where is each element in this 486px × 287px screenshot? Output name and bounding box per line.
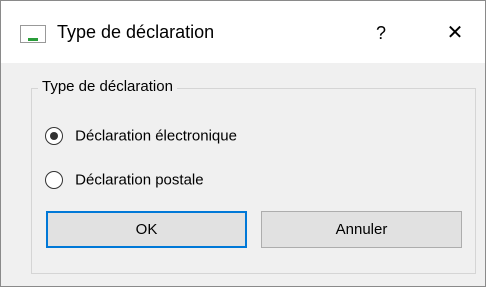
group-legend: Type de déclaration (38, 78, 177, 95)
radio-label-postal: Déclaration postale (75, 171, 204, 189)
app-logo-icon (20, 25, 46, 43)
ok-button[interactable]: OK (46, 211, 247, 248)
radio-option-electronic[interactable]: Déclaration électronique (45, 127, 237, 146)
radio-button-unchecked[interactable] (45, 171, 63, 190)
radio-option-postal[interactable]: Déclaration postale (45, 171, 204, 190)
title-bar: Type de déclaration ? ✕ (1, 1, 485, 63)
radio-button-checked[interactable] (45, 127, 63, 146)
close-button[interactable]: ✕ (433, 15, 477, 51)
radio-label-electronic: Déclaration électronique (75, 127, 237, 145)
help-button[interactable]: ? (361, 15, 401, 51)
cancel-button[interactable]: Annuler (261, 211, 462, 248)
dialog-title: Type de déclaration (57, 22, 215, 42)
